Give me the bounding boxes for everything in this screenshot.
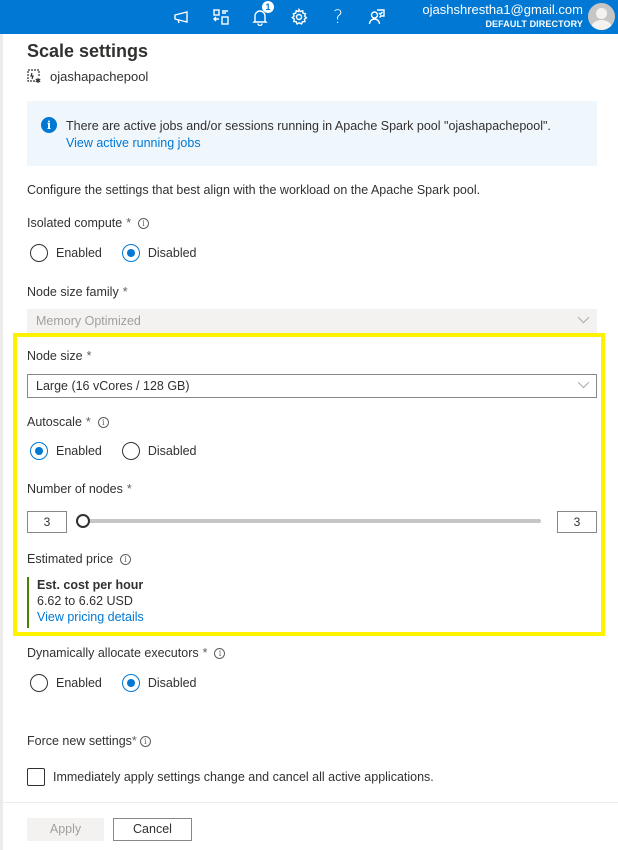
label-text: Force new settings (27, 734, 132, 748)
autoscale-radio-group: Enabled Disabled (30, 442, 197, 460)
help-icon[interactable]: ? (326, 5, 350, 29)
info-icon[interactable]: i (97, 416, 109, 428)
nodes-slider-thumb[interactable] (76, 514, 90, 528)
autoscale-disabled-radio[interactable]: Disabled (121, 442, 197, 460)
radio-label: Enabled (56, 444, 102, 458)
select-value: Memory Optimized (36, 314, 141, 328)
view-active-jobs-link[interactable]: View active running jobs (66, 136, 201, 150)
description: Configure the settings that best align w… (27, 183, 481, 197)
min-nodes-input[interactable]: 3 (27, 511, 67, 533)
notification-count-badge: 1 (262, 1, 274, 13)
node-size-family-select: Memory Optimized (27, 309, 597, 333)
label-text: Autoscale (27, 415, 82, 429)
node-size-label: Node size * (27, 349, 91, 363)
chevron-down-icon (577, 311, 590, 324)
required-marker: * (126, 216, 132, 230)
feedback-icon[interactable] (170, 5, 194, 29)
resource-subtitle: ojashapachepool (27, 69, 148, 84)
isolated-compute-radio-group: Enabled Disabled (30, 244, 197, 262)
isolated-compute-label: Isolated compute * i (27, 216, 150, 230)
nodes-slider-track[interactable] (83, 519, 541, 523)
dynamic-executors-disabled-radio[interactable]: Disabled (121, 674, 197, 692)
radio-label: Disabled (147, 444, 197, 458)
node-size-family-label: Node size family * (27, 285, 128, 299)
chevron-down-icon (577, 376, 590, 389)
estimated-price-card: Est. cost per hour 6.62 to 6.62 USD View… (27, 577, 144, 628)
support-icon[interactable] (365, 5, 389, 29)
dynamic-executors-label: Dynamically allocate executors * i (27, 646, 226, 660)
settings-icon[interactable] (287, 5, 311, 29)
spark-pool-icon (27, 69, 41, 83)
number-of-nodes-label: Number of nodes * (27, 482, 132, 496)
select-value: Large (16 vCores / 128 GB) (36, 379, 190, 393)
radio-label: Enabled (56, 676, 102, 690)
node-size-select[interactable]: Large (16 vCores / 128 GB) (27, 374, 597, 398)
radio-label: Disabled (147, 246, 197, 260)
radio-label: Enabled (56, 246, 102, 260)
required-marker: * (122, 285, 128, 299)
user-directory: DEFAULT DIRECTORY (485, 19, 583, 29)
user-email: ojashshrestha1@gmail.com (422, 2, 583, 17)
cost-heading: Est. cost per hour (37, 578, 144, 592)
required-marker: * (126, 482, 132, 496)
required-marker: * (131, 734, 137, 748)
avatar[interactable] (588, 3, 615, 30)
label-text: Isolated compute (27, 216, 123, 230)
autoscale-label: Autoscale * i (27, 415, 109, 429)
required-marker: * (86, 349, 92, 363)
info-icon[interactable]: i (214, 647, 226, 659)
cancel-button[interactable]: Cancel (113, 818, 192, 841)
directory-switch-icon[interactable] (209, 5, 233, 29)
info-icon[interactable]: i (139, 735, 151, 747)
label-text: Number of nodes (27, 482, 123, 496)
autoscale-enabled-radio[interactable]: Enabled (30, 442, 102, 460)
page-title: Scale settings (27, 41, 149, 61)
isolated-compute-disabled-radio[interactable]: Disabled (121, 244, 197, 262)
label-text: Node size (27, 349, 83, 363)
view-pricing-details-link[interactable]: View pricing details (37, 609, 144, 625)
panel-left-border (0, 34, 3, 850)
info-icon[interactable]: i (138, 217, 150, 229)
estimated-price-label: Estimated price i (27, 552, 132, 566)
required-marker: * (85, 415, 91, 429)
force-new-settings-row: Immediately apply settings change and ca… (27, 768, 434, 786)
dynamic-executors-radio-group: Enabled Disabled (30, 674, 197, 692)
apply-button[interactable]: Apply (27, 818, 104, 841)
checkbox-label: Immediately apply settings change and ca… (53, 770, 434, 784)
dynamic-executors-enabled-radio[interactable]: Enabled (30, 674, 102, 692)
info-icon: i (41, 117, 57, 133)
required-marker: * (202, 646, 208, 660)
info-message: There are active jobs and/or sessions ru… (66, 119, 551, 133)
top-navigation-bar: 1 ? ojashshrestha1@gmail.com DEFAULT DIR… (0, 0, 618, 34)
info-message-bar: i There are active jobs and/or sessions … (27, 101, 597, 166)
label-text: Node size family (27, 285, 119, 299)
label-text: Estimated price (27, 552, 114, 566)
user-account[interactable]: ojashshrestha1@gmail.com DEFAULT DIRECTO… (422, 2, 583, 30)
isolated-compute-enabled-radio[interactable]: Enabled (30, 244, 102, 262)
max-nodes-input[interactable]: 3 (557, 511, 597, 533)
radio-label: Disabled (147, 676, 197, 690)
info-icon[interactable]: i (120, 553, 132, 565)
label-text: Dynamically allocate executors (27, 646, 199, 660)
force-new-settings-checkbox[interactable] (27, 768, 45, 786)
force-new-settings-label: Force new settings * i (27, 734, 151, 748)
cost-value: 6.62 to 6.62 USD (37, 594, 133, 608)
resource-name: ojashapachepool (50, 69, 149, 84)
footer-divider (3, 802, 618, 803)
